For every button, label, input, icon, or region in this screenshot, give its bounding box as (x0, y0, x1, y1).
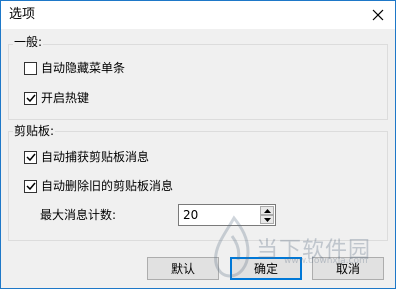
default-button[interactable]: 默认 (147, 257, 219, 280)
cancel-button[interactable]: 取消 (312, 257, 384, 280)
title-bar[interactable]: 选项 (1, 1, 395, 29)
checkmark-icon (25, 153, 36, 162)
ok-button[interactable]: 确定 (230, 257, 302, 280)
window-title: 选项 (9, 7, 36, 22)
spin-up-button[interactable] (260, 206, 274, 215)
checkbox-label: 自动隐藏菜单条 (41, 61, 126, 75)
enable-hotkey-checkbox[interactable]: 开启热键 (24, 90, 89, 106)
spin-down-button[interactable] (260, 215, 274, 224)
max-count-spinbox[interactable]: 20 (178, 204, 276, 226)
checkbox-label: 自动捕获剪贴板消息 (41, 150, 150, 164)
checkmark-icon (25, 182, 36, 191)
max-count-label: 最大消息计数: (40, 208, 117, 222)
close-icon (372, 9, 384, 21)
checkbox-box[interactable] (24, 150, 37, 164)
auto-delete-checkbox[interactable]: 自动删除旧的剪贴板消息 (24, 178, 173, 194)
max-count-value[interactable]: 20 (183, 208, 198, 222)
checkbox-box[interactable] (24, 179, 37, 193)
close-button[interactable] (361, 1, 395, 29)
general-group (8, 44, 388, 120)
arrow-up-icon (263, 208, 271, 213)
checkbox-box[interactable] (24, 61, 37, 75)
clipboard-group-label: 剪贴板: (13, 124, 56, 138)
auto-hide-menu-checkbox[interactable]: 自动隐藏菜单条 (24, 60, 125, 76)
checkbox-label: 开启热键 (41, 91, 90, 105)
checkmark-icon (25, 94, 36, 103)
spin-arrows (260, 206, 274, 224)
auto-capture-checkbox[interactable]: 自动捕获剪贴板消息 (24, 149, 149, 165)
checkbox-box[interactable] (24, 91, 37, 105)
checkbox-label: 自动删除旧的剪贴板消息 (41, 179, 174, 193)
arrow-down-icon (263, 217, 271, 222)
general-group-label: 一般: (13, 35, 44, 49)
